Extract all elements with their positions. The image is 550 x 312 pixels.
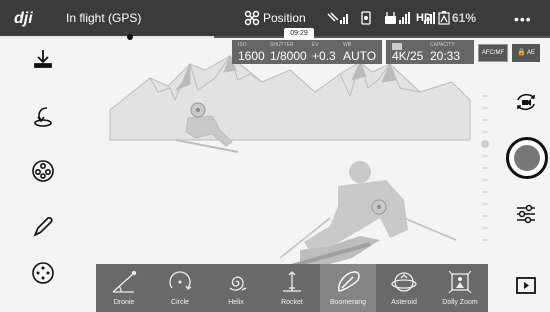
takeoff-icon[interactable] [30, 47, 56, 73]
status-bar: dji In flight (GPS) Position HD 61% ••• [0, 0, 550, 36]
quickshot-mode-bar: Dronie Circle Helix Rocket Boomerang Ast… [96, 264, 488, 312]
mode-dolly-zoom[interactable]: Dolly Zoom [432, 264, 488, 312]
intelligent-flight-icon[interactable] [30, 158, 56, 184]
flight-progress-marker [127, 34, 133, 40]
mode-label: Helix [228, 299, 244, 306]
svg-text:dji: dji [14, 10, 33, 27]
rocket-icon [283, 271, 301, 292]
iso-label: ISO [238, 42, 247, 48]
mode-asteroid[interactable]: Asteroid [376, 264, 432, 312]
mode-label: Asteroid [391, 299, 417, 306]
shutter-label: SHUTTER [270, 42, 294, 48]
mode-boomerang[interactable]: Boomerang [320, 264, 376, 312]
hd-signal-bars-icon [424, 12, 435, 24]
camera-settings-icon[interactable] [514, 202, 538, 226]
mode-label: Dolly Zoom [442, 299, 478, 306]
recording-time-badge: 09:29 [284, 28, 314, 39]
vision-sensor-icon [361, 11, 371, 25]
playback-icon[interactable] [514, 274, 538, 298]
iso-value: 1600 [238, 49, 265, 63]
mode-rocket[interactable]: Rocket [264, 264, 320, 312]
focus-mode-button[interactable]: AFC/MF [478, 44, 508, 62]
wb-value: AUTO [343, 49, 377, 63]
boomerang-icon [338, 271, 360, 292]
dolly-zoom-icon [448, 270, 472, 294]
return-home-icon[interactable] [30, 103, 56, 129]
draw-path-icon[interactable] [30, 214, 56, 240]
capacity-value: 20:33 [430, 49, 461, 63]
remote-controller-signal-icon [385, 12, 410, 24]
shutter-button[interactable] [506, 137, 548, 179]
shutter-value: 1/8000 [270, 49, 307, 63]
camera-parameters-panel[interactable]: ISO 1600 SHUTTER 1/8000 EV +0.3 WB AUTO [232, 40, 382, 64]
dronie-icon [112, 270, 137, 293]
capacity-label: CAPACITY [430, 42, 455, 48]
mode-label: Dronie [113, 299, 135, 306]
mode-label: Boomerang [329, 299, 367, 306]
video-resolution: 4K/25 [392, 49, 424, 63]
wb-label: WB [343, 42, 352, 48]
recording-info-panel[interactable]: 4K/25 CAPACITY 20:33 [386, 40, 474, 64]
ev-label: EV [312, 42, 319, 48]
record-button-fill [514, 145, 540, 171]
flight-progress-fill [0, 36, 214, 38]
dji-logo[interactable]: dji [12, 7, 52, 29]
gps-signal-icon [327, 12, 348, 24]
drone-icon [244, 10, 260, 26]
lock-icon: 🔒 [516, 49, 526, 56]
mode-label: Rocket [281, 299, 303, 306]
more-menu-button[interactable]: ••• [514, 11, 532, 27]
more-options-icon[interactable] [30, 260, 56, 286]
battery-icon [438, 11, 450, 25]
mode-dronie[interactable]: Dronie [96, 264, 152, 312]
asteroid-icon [391, 272, 417, 292]
mode-circle[interactable]: Circle [152, 264, 208, 312]
flight-status[interactable]: In flight (GPS) [66, 11, 141, 25]
ev-value: +0.3 [312, 49, 336, 63]
flight-mode[interactable]: Position [263, 11, 306, 25]
camera-switch-icon[interactable] [514, 90, 538, 114]
ae-lock-button[interactable]: 🔒 AE [512, 44, 540, 62]
helix-icon [229, 276, 247, 291]
battery-percentage[interactable]: 61% [452, 11, 476, 25]
mode-helix[interactable]: Helix [208, 264, 264, 312]
ae-lock-label: AE [527, 50, 536, 56]
mode-label: Circle [171, 299, 189, 306]
circle-icon [169, 271, 192, 290]
